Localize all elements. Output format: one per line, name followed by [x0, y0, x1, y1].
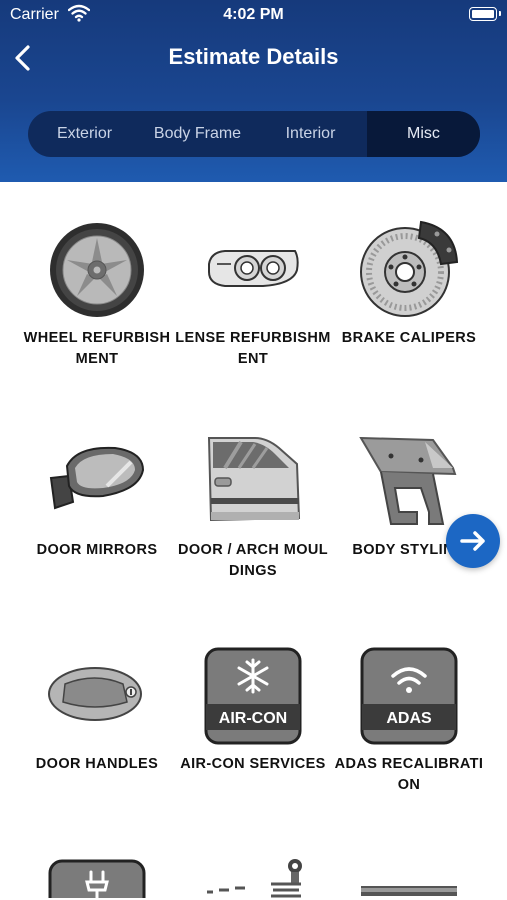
- tab-label: Misc: [407, 125, 440, 142]
- suspension-icon: [207, 859, 302, 898]
- side-mirror-icon: [49, 446, 145, 510]
- service-label: DOOR HANDLES: [35, 756, 159, 772]
- headlight-icon: [208, 250, 299, 287]
- tab-exterior[interactable]: Exterior: [28, 111, 141, 157]
- service-tile-alignment[interactable]: [331, 858, 487, 900]
- service-tile-door-handles[interactable]: DOOR HANDLES: [19, 646, 175, 826]
- battery-icon: [469, 7, 501, 21]
- service-tile-door-arch-mouldings[interactable]: DOOR / ARCH MOULDINGS: [175, 432, 331, 612]
- service-tile-wheel-refurbishment[interactable]: WHEEL REFURBISHMENT: [19, 220, 175, 400]
- service-tile-brake-calipers[interactable]: BRAKE CALIPERS: [331, 220, 487, 400]
- spoiler-icon: [359, 436, 457, 525]
- tab-label: Exterior: [56, 125, 113, 142]
- tab-label: Body Frame: [153, 125, 242, 142]
- service-label: DOOR / ARCH MOULDINGS: [177, 542, 329, 579]
- arrow-right-icon: [460, 531, 485, 551]
- tab-interior[interactable]: Interior: [254, 111, 367, 157]
- service-label: AIR-CON SERVICES: [180, 756, 326, 772]
- category-tabs: Exterior Body Frame Interior Misc: [28, 111, 480, 157]
- door-handle-icon: [48, 667, 142, 721]
- tab-label: Interior: [285, 125, 336, 142]
- status-bar: Carrier 4:02 PM: [0, 0, 507, 32]
- car-door-icon: [207, 437, 301, 522]
- service-tile-adas-recalibration[interactable]: ADAS ADAS RECALIBRATION: [331, 646, 487, 826]
- adas-badge: ADAS: [386, 710, 432, 727]
- brake-disc-icon: [360, 220, 459, 317]
- air-con-badge: AIR-CON: [219, 710, 287, 727]
- service-grid: WHEEL REFURBISHMENT LENSE REFURBISHMENT: [0, 182, 507, 900]
- ev-charging-icon: [48, 859, 146, 898]
- tab-body-frame[interactable]: Body Frame: [141, 111, 254, 157]
- page-title: Estimate Details: [168, 44, 339, 69]
- service-label: WHEEL REFURBISHMENT: [23, 330, 171, 367]
- adas-icon: ADAS: [360, 647, 458, 745]
- service-label: BRAKE CALIPERS: [341, 330, 477, 346]
- service-label: LENSE REFURBISHMENT: [175, 330, 331, 367]
- service-label: ADAS RECALIBRATION: [334, 756, 484, 793]
- service-tile-air-con-services[interactable]: AIR-CON AIR-CON SERVICES: [175, 646, 331, 826]
- header: Carrier 4:02 PM Estimate Details Exterio…: [0, 0, 507, 182]
- service-tile-door-mirrors[interactable]: DOOR MIRRORS: [19, 432, 175, 612]
- service-label: DOOR MIRRORS: [36, 542, 158, 558]
- tab-misc[interactable]: Misc: [367, 111, 480, 157]
- service-tile-ev-charging[interactable]: [19, 858, 175, 900]
- service-tile-suspension[interactable]: [175, 858, 331, 900]
- alignment-icon: [361, 886, 457, 896]
- air-con-icon: AIR-CON: [204, 647, 302, 745]
- service-tile-lense-refurbishment[interactable]: LENSE REFURBISHMENT: [175, 220, 331, 400]
- next-button[interactable]: [446, 514, 500, 568]
- clock: 4:02 PM: [223, 6, 284, 23]
- wheel-icon: [50, 223, 144, 317]
